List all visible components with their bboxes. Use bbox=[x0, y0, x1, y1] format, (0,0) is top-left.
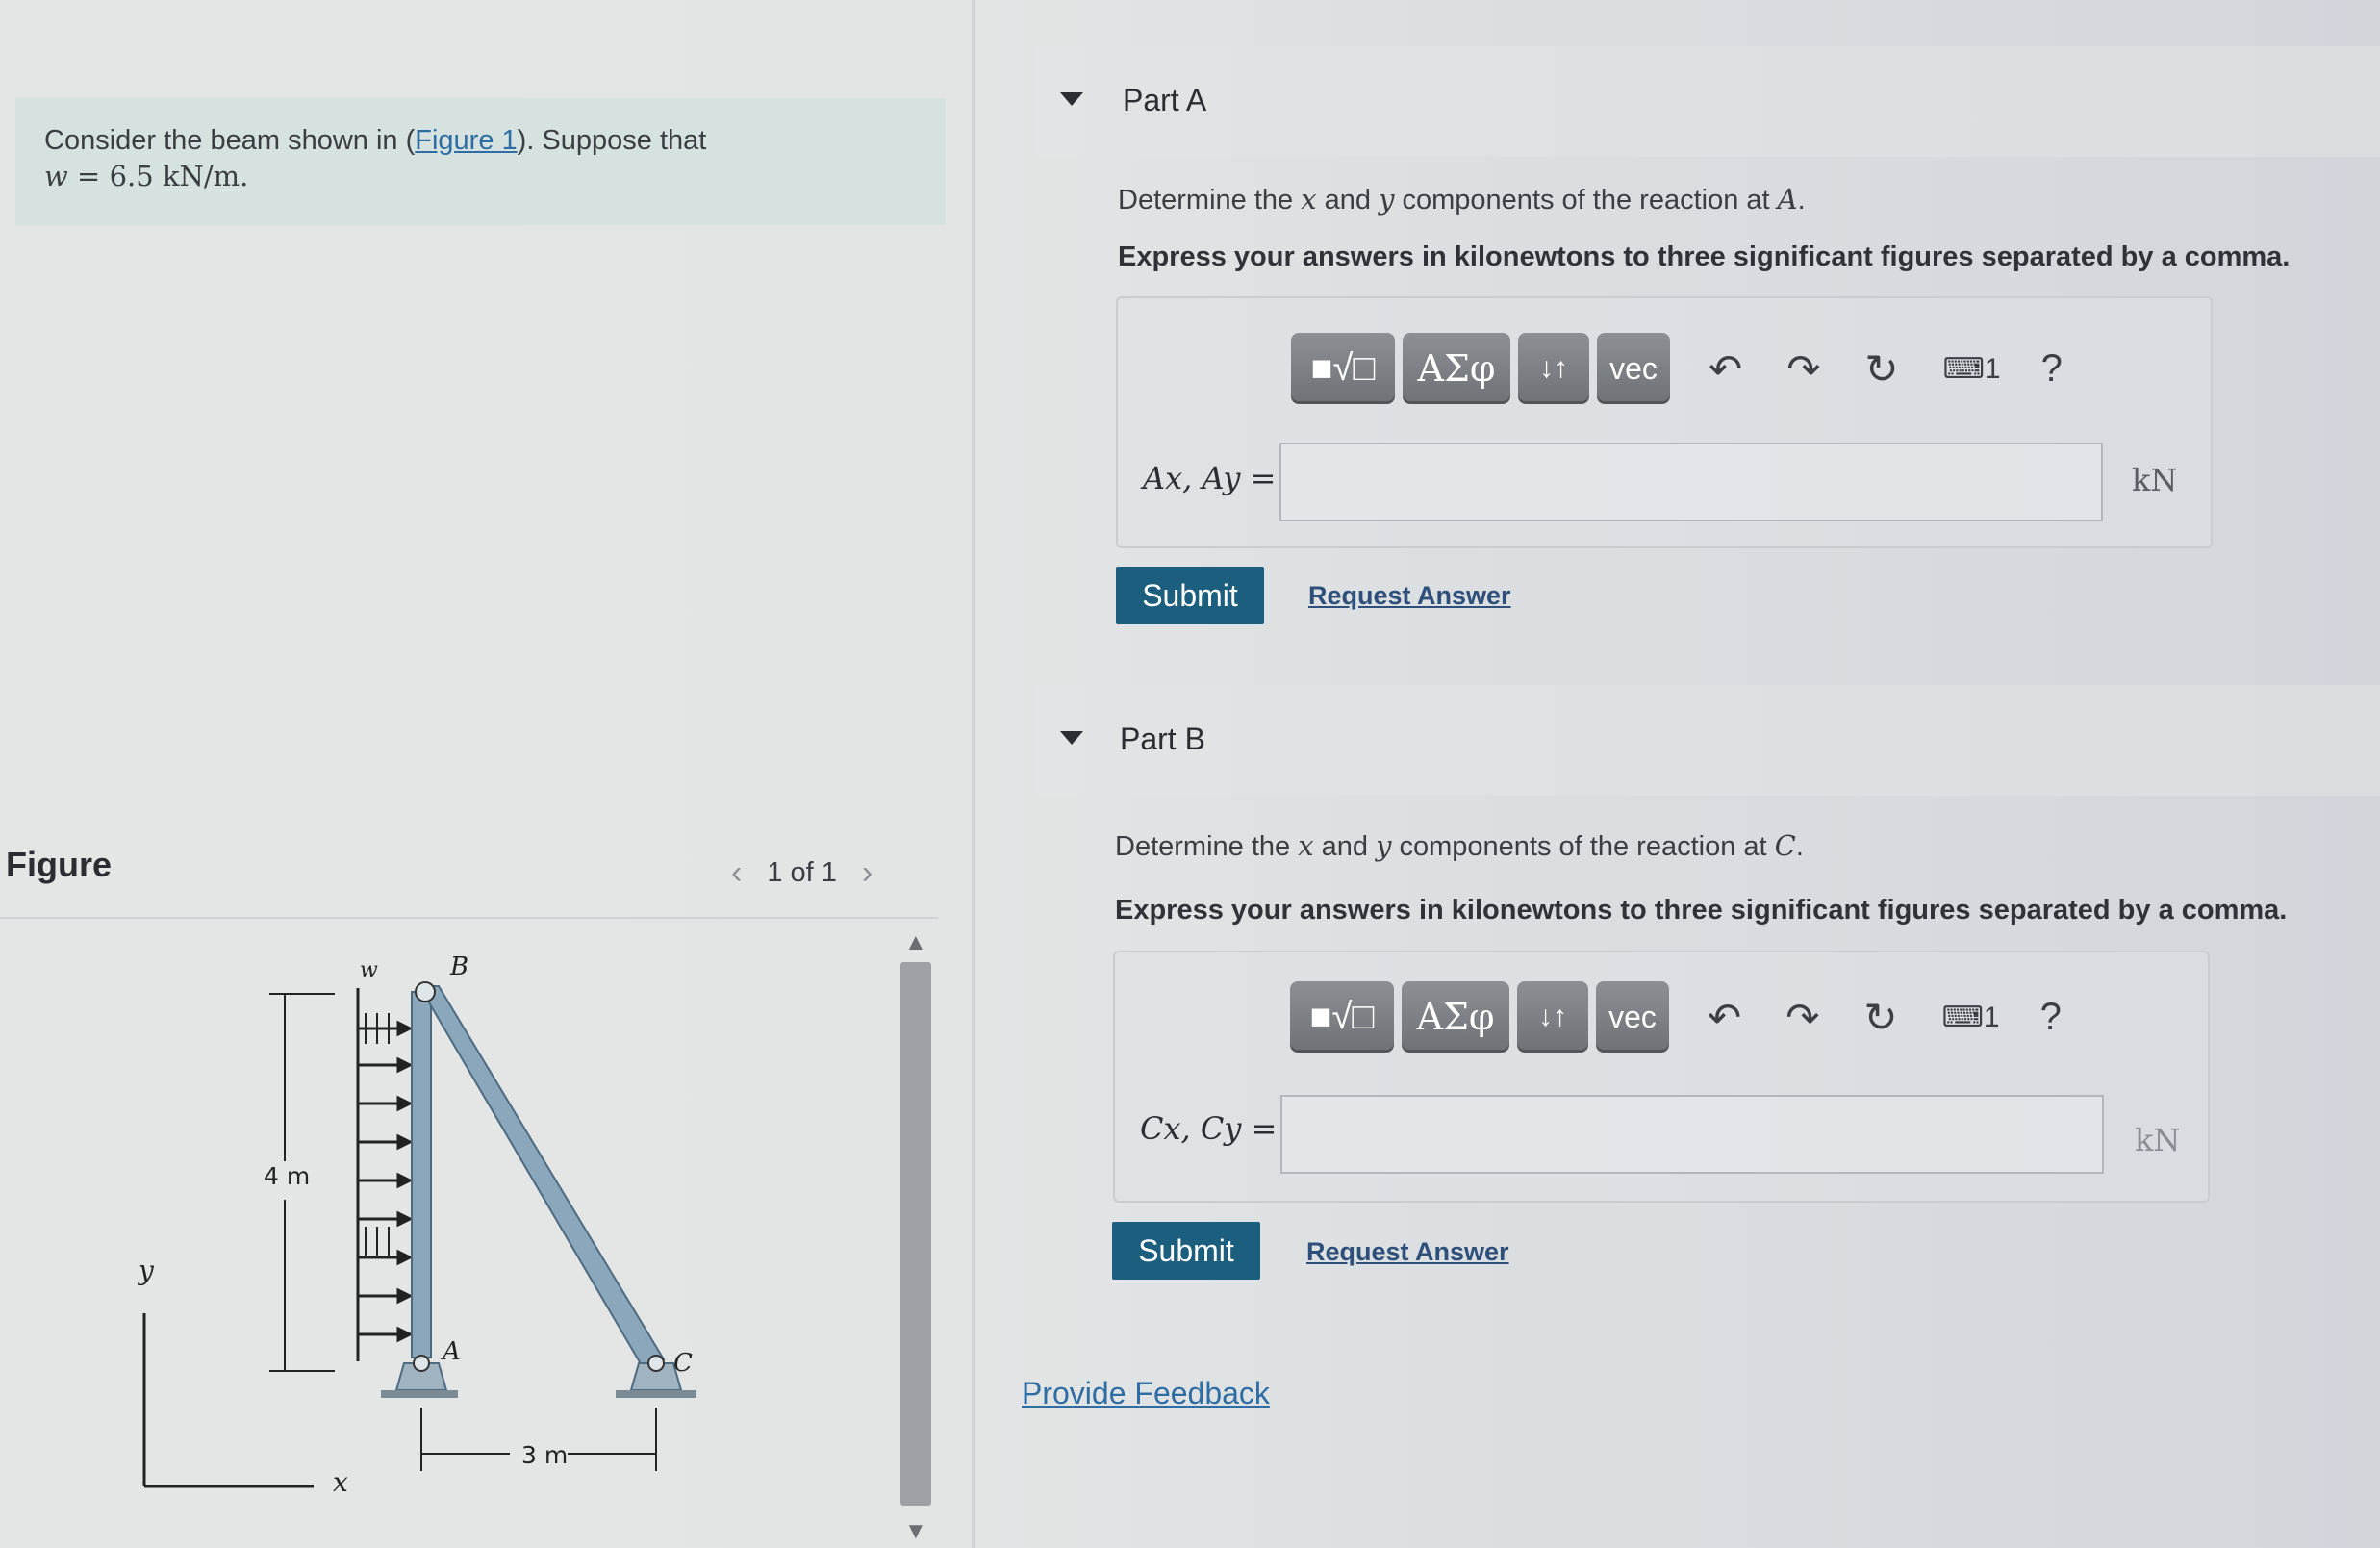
pin-a bbox=[413, 1355, 430, 1372]
pane-divider bbox=[972, 0, 975, 1548]
templates-icon[interactable]: ■√□ bbox=[1290, 981, 1394, 1053]
prompt-y: y bbox=[1379, 183, 1395, 216]
pin-c bbox=[647, 1355, 665, 1372]
point-c-label: C bbox=[673, 1349, 693, 1378]
problem-text-2: ). Suppose that bbox=[517, 125, 707, 156]
prev-figure-icon[interactable]: ‹ bbox=[731, 854, 742, 892]
problem-text-1: Consider the beam shown in ( bbox=[44, 125, 416, 156]
answer-label: Cx, Cy = bbox=[1140, 1110, 1278, 1147]
reset-icon[interactable]: ↻ bbox=[1864, 345, 1898, 393]
unit-label: kN bbox=[2132, 462, 2178, 498]
math-toolbar: ■√□ ΑΣφ ↓↑ vec ↶ ↷ ↻ ⌨1 ? bbox=[1290, 981, 2062, 1053]
given-variable: w bbox=[44, 160, 68, 192]
part-a-request-answer-link[interactable]: Request Answer bbox=[1308, 581, 1511, 611]
collapse-caret-icon[interactable] bbox=[1060, 731, 1083, 745]
ground-a bbox=[381, 1390, 458, 1398]
figure-page-count: 1 of 1 bbox=[767, 857, 837, 888]
undo-icon[interactable]: ↶ bbox=[1709, 345, 1742, 393]
part-b-request-answer-link[interactable]: Request Answer bbox=[1306, 1237, 1509, 1267]
vector-icon[interactable]: vec bbox=[1596, 981, 1669, 1053]
part-a-prompt: Determine the x and y components of the … bbox=[1118, 183, 1806, 216]
subscript-icon[interactable]: ↓↑ bbox=[1518, 333, 1589, 404]
prompt-x: x bbox=[1301, 183, 1317, 216]
help-icon[interactable]: ? bbox=[2040, 996, 2062, 1039]
undo-icon[interactable]: ↶ bbox=[1708, 994, 1741, 1041]
prompt-text: components of the reaction at bbox=[1391, 831, 1775, 862]
load-label-w: w bbox=[360, 958, 378, 982]
y-axis-label: y bbox=[137, 1255, 155, 1286]
figure-title: Figure bbox=[6, 845, 113, 884]
part-a-instructions: Express your answers in kilonewtons to t… bbox=[1118, 241, 2291, 272]
prompt-text: . bbox=[1795, 831, 1804, 862]
greek-icon[interactable]: ΑΣφ bbox=[1403, 333, 1510, 404]
height-label: 4 m bbox=[264, 1162, 310, 1190]
part-b-answer-box: ■√□ ΑΣφ ↓↑ vec ↶ ↷ ↻ ⌨1 ? Cx, Cy = kN bbox=[1113, 951, 2210, 1203]
divider bbox=[0, 917, 938, 919]
point-b-label: B bbox=[449, 952, 468, 981]
keyboard-icon[interactable]: ⌨1 bbox=[1942, 1001, 2000, 1034]
part-b-header[interactable]: Part B bbox=[1033, 685, 2380, 796]
keyboard-shortcut-label: 1 bbox=[1983, 1001, 2000, 1033]
unit-label: kN bbox=[2135, 1122, 2181, 1158]
provide-feedback-link[interactable]: Provide Feedback bbox=[1022, 1376, 1270, 1411]
member-ab bbox=[411, 991, 432, 1358]
scroll-up-icon[interactable]: ▲ bbox=[904, 929, 927, 956]
member-bc bbox=[418, 985, 666, 1369]
vector-icon[interactable]: vec bbox=[1597, 333, 1670, 404]
prompt-text: Determine the bbox=[1118, 185, 1302, 216]
keyboard-icon[interactable]: ⌨1 bbox=[1943, 352, 2001, 386]
prompt-text: Determine the bbox=[1115, 831, 1299, 862]
problem-pane: Consider the beam shown in (Figure 1). S… bbox=[0, 0, 972, 1548]
prompt-text: components of the reaction at bbox=[1394, 185, 1778, 216]
part-b-prompt: Determine the x and y components of the … bbox=[1115, 829, 1804, 863]
ground-c bbox=[616, 1390, 696, 1398]
scrollbar-thumb[interactable] bbox=[900, 962, 931, 1506]
answer-input[interactable] bbox=[1280, 1095, 2104, 1174]
prompt-x: x bbox=[1298, 829, 1314, 862]
beam-figure: y x 4 m w B A C 3 m bbox=[137, 952, 696, 1498]
part-b-submit-button[interactable]: Submit bbox=[1112, 1222, 1260, 1280]
next-figure-icon[interactable]: › bbox=[862, 854, 873, 892]
part-a-header[interactable]: Part A bbox=[1033, 46, 2380, 157]
part-a-answer-box: ■√□ ΑΣφ ↓↑ vec ↶ ↷ ↻ ⌨1 ? Ax, Ay = kN bbox=[1116, 296, 2213, 548]
span-label: 3 m bbox=[521, 1441, 568, 1469]
distributed-load bbox=[356, 988, 414, 1361]
figure-link[interactable]: Figure 1 bbox=[415, 125, 517, 156]
part-b-title: Part B bbox=[1120, 722, 1205, 756]
answer-label: Ax, Ay = bbox=[1143, 460, 1277, 496]
problem-statement: Consider the beam shown in (Figure 1). S… bbox=[15, 98, 946, 225]
subscript-icon[interactable]: ↓↑ bbox=[1517, 981, 1588, 1053]
pin-b bbox=[415, 981, 436, 1002]
prompt-text: and bbox=[1316, 185, 1380, 216]
prompt-point: C bbox=[1774, 829, 1796, 862]
redo-icon[interactable]: ↷ bbox=[1785, 994, 1819, 1041]
prompt-y: y bbox=[1376, 829, 1392, 862]
prompt-point: A bbox=[1777, 183, 1798, 216]
given-value: = 6.5 kN/m. bbox=[67, 160, 249, 192]
redo-icon[interactable]: ↷ bbox=[1786, 345, 1820, 393]
x-axis-label: x bbox=[333, 1466, 348, 1498]
figure-pager: ‹ 1 of 1 › bbox=[731, 854, 873, 892]
prompt-text: . bbox=[1797, 185, 1806, 216]
math-toolbar: ■√□ ΑΣφ ↓↑ vec ↶ ↷ ↻ ⌨1 ? bbox=[1291, 333, 2063, 404]
collapse-caret-icon[interactable] bbox=[1060, 92, 1083, 106]
answer-input[interactable] bbox=[1279, 443, 2103, 521]
prompt-text: and bbox=[1313, 831, 1377, 862]
reset-icon[interactable]: ↻ bbox=[1863, 994, 1897, 1041]
part-a-submit-button[interactable]: Submit bbox=[1116, 567, 1264, 624]
part-a-title: Part A bbox=[1123, 83, 1207, 117]
keyboard-shortcut-label: 1 bbox=[1984, 352, 2001, 385]
help-icon[interactable]: ? bbox=[2041, 347, 2063, 391]
scroll-down-icon[interactable]: ▼ bbox=[904, 1518, 927, 1545]
greek-icon[interactable]: ΑΣφ bbox=[1402, 981, 1509, 1053]
point-a-label: A bbox=[441, 1337, 461, 1366]
templates-icon[interactable]: ■√□ bbox=[1291, 333, 1395, 404]
part-b-instructions: Express your answers in kilonewtons to t… bbox=[1115, 895, 2288, 926]
